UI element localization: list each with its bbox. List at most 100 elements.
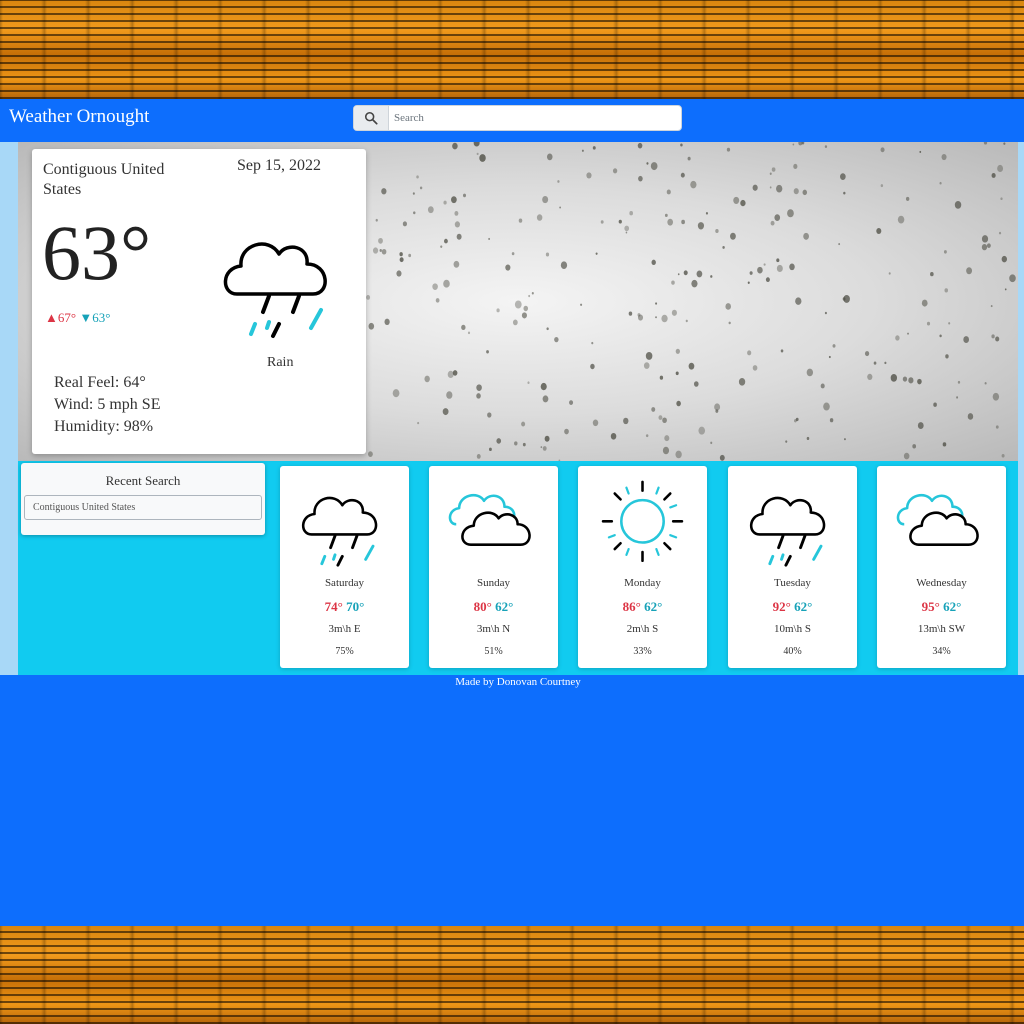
raindrop [995,336,1000,342]
raindrop [677,273,680,276]
raindrop [902,376,908,382]
raindrop [1009,274,1016,283]
raindrop [467,331,471,335]
raindrop [637,313,641,317]
raindrop [715,409,719,413]
raindrop [740,199,746,207]
recent-search-card: Recent Search Contiguous United States [21,463,265,535]
raindrop [569,400,574,405]
raindrop [435,298,440,303]
raindrop [1000,197,1003,201]
raindrop [623,417,629,425]
search-input[interactable] [394,109,674,127]
raindrop [522,442,526,447]
forecast-temps: 86° 62° [578,599,707,615]
raindrop [795,297,802,305]
raindrop [523,305,529,312]
clouds-icon [896,493,979,546]
raindrop [442,408,449,416]
raindrop [645,351,653,360]
raindrop [518,218,523,223]
raindrop [726,147,731,152]
raindrop [733,196,740,205]
raindrop [392,389,400,398]
raindrop [628,311,633,316]
raindrop [710,441,713,445]
wood-banner-top [0,0,1024,99]
raindrop [676,400,681,407]
search-icon [364,111,378,125]
raindrop [544,435,550,442]
raindrop [489,447,492,452]
raindrop [794,419,797,423]
forecast-wind: 2m\h S [626,623,659,635]
forecast-high: 92° [772,599,791,614]
raindrop [787,209,794,218]
forecast-wind: 3m\h E [328,623,361,635]
current-weather-card: Contiguous United States Sep 15, 2022 63… [32,149,366,454]
forecast-wind: 13m\h SW [917,623,966,635]
forecast-low: 62° [794,599,813,614]
raindrop [867,373,873,381]
forecast-temps: 95° 62° [877,599,1006,615]
raindrop [917,422,924,430]
raindrop [776,264,783,273]
raindrop [586,172,592,179]
forecast-day: Monday [624,577,661,589]
raindrop [408,253,412,258]
raindrop [378,237,383,244]
wood-banner-bottom [0,926,1024,1024]
raindrop [545,252,550,257]
raindrop [658,415,663,420]
raindrop [659,375,664,380]
navbar: Weather Ornought [0,99,1024,142]
forecast-temps: 92° 62° [728,599,857,615]
raindrop [873,361,877,365]
raindrop [696,270,703,278]
raindrop [666,189,671,195]
raindrop [798,142,803,146]
raindrop [908,377,914,384]
raindrop [479,154,486,162]
raindrop [688,362,695,370]
raindrop [675,348,680,354]
raindrop [747,350,752,356]
current-low: ▼63° [79,310,111,325]
raindrop [514,441,518,446]
raindrop [840,173,846,180]
humidity: Humidity: 98% [54,418,154,435]
raindrop [710,275,713,278]
raindrop [454,211,459,216]
raindrop [983,142,988,145]
raindrop [933,402,937,407]
clouds-icon [448,493,531,546]
forecast-temps: 74° 70° [280,599,409,615]
raindrop [1004,288,1007,291]
recent-search-item[interactable]: Contiguous United States [24,495,262,520]
rain-cloud-icon [301,496,378,567]
raindrop [536,214,543,221]
raindrop [1001,255,1007,263]
forecast-card-monday: Monday 86° 62° 2m\h S 33% [578,466,707,668]
raindrop [1001,454,1005,458]
raindrop [646,162,649,165]
raindrop [986,243,991,248]
search-button[interactable] [354,106,389,130]
raindrop [462,193,467,198]
raindrop [368,451,373,458]
raindrop [488,237,490,241]
app-title[interactable]: Weather Ornought [9,106,149,128]
raindrop [511,252,515,256]
raindrop [650,162,658,171]
raindrop [546,153,553,161]
raindrop [690,180,697,189]
raindrop [685,319,688,323]
raindrop [402,221,407,227]
raindrop [638,175,643,182]
raindrop [785,440,788,443]
raindrop [592,419,599,427]
sun-icon [601,480,684,563]
raindrop [527,381,530,384]
raindrop [693,381,699,387]
forecast-low: 70° [346,599,365,614]
